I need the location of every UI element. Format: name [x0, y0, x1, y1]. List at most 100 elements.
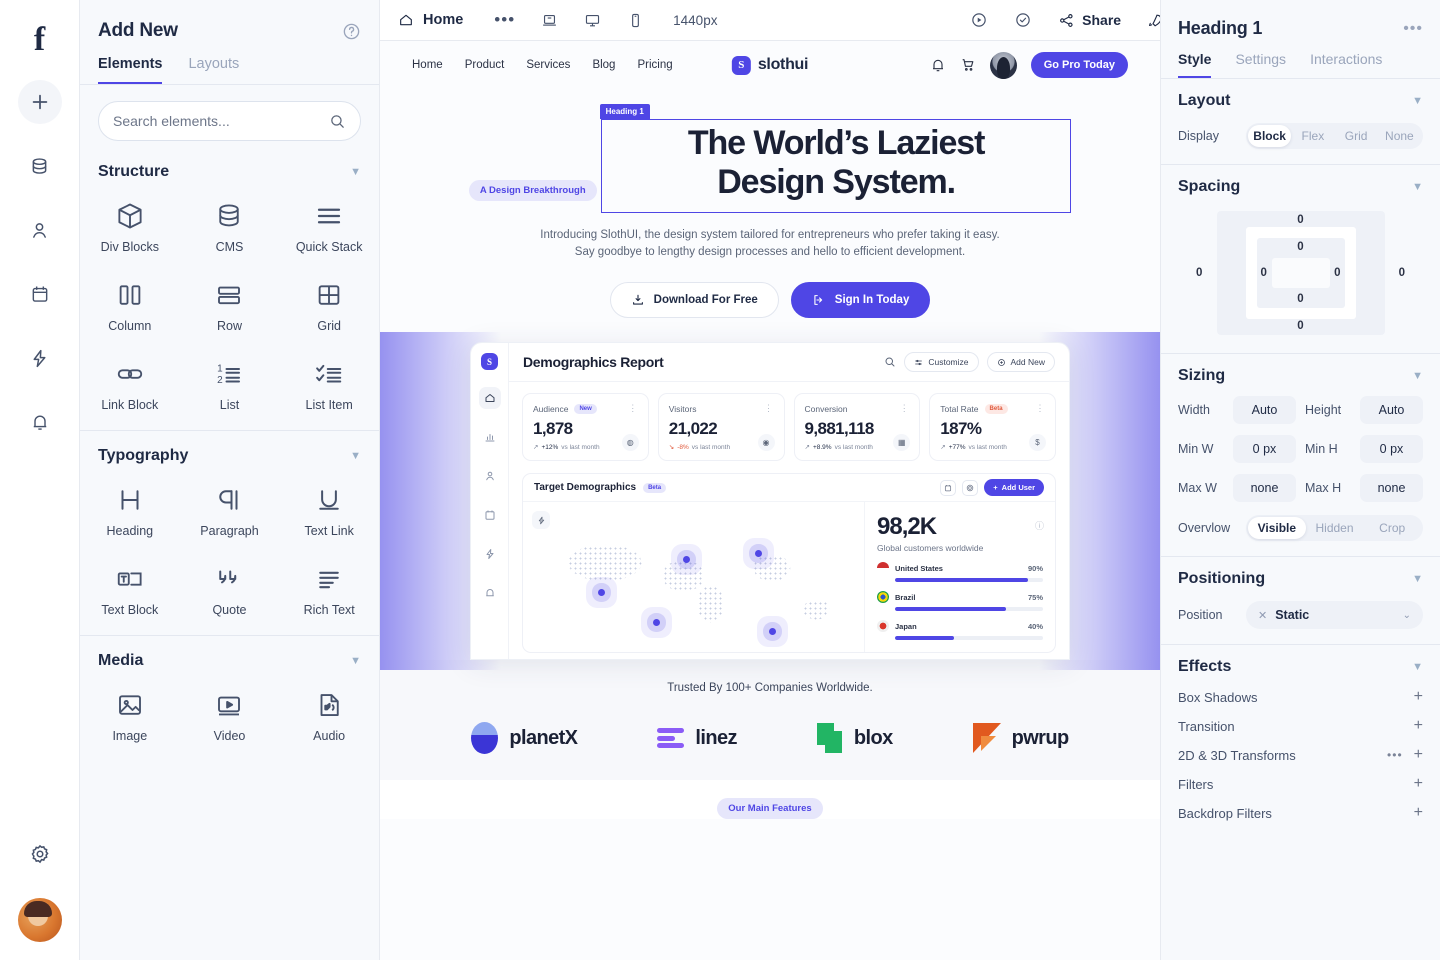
dashboard-rail-users[interactable]	[479, 465, 501, 487]
go-pro-button[interactable]: Go Pro Today	[1030, 52, 1128, 78]
tab-settings[interactable]: Settings	[1235, 51, 1286, 78]
plus-icon[interactable]: +	[1414, 689, 1423, 705]
bell-icon[interactable]	[930, 57, 946, 73]
chevron-down-icon[interactable]: ▼	[350, 166, 361, 178]
overflow-option-crop[interactable]: Crop	[1363, 517, 1421, 539]
info-icon[interactable]: ⓘ	[1035, 519, 1044, 532]
device-desktop-button[interactable]	[571, 0, 614, 41]
rail-item-settings[interactable]	[18, 832, 62, 876]
dashboard-rail-analytics[interactable]	[479, 426, 501, 448]
calendar-icon[interactable]	[940, 479, 957, 496]
search-icon[interactable]	[884, 356, 896, 368]
padding-box[interactable]: 0 0 0 0	[1256, 238, 1345, 308]
gear-icon[interactable]	[962, 479, 979, 496]
chevron-down-icon[interactable]: ▼	[1412, 661, 1423, 673]
dashboard-rail-notifications[interactable]	[479, 582, 501, 604]
add-user-button[interactable]: + Add User	[984, 479, 1044, 497]
chevron-down-icon[interactable]: ▼	[1412, 370, 1423, 382]
element-list-item[interactable]: List Item	[279, 345, 379, 424]
section-header-media[interactable]: Media ▼	[80, 636, 379, 676]
rail-item-add[interactable]	[17, 80, 62, 124]
margin-right-value[interactable]: 0	[1399, 267, 1405, 279]
element-video[interactable]: Video	[180, 676, 280, 755]
kpi-menu-icon[interactable]: ⋮	[900, 403, 910, 414]
element-column[interactable]: Column	[80, 266, 180, 345]
section-header-typography[interactable]: Typography ▼	[80, 431, 379, 471]
chevron-down-icon[interactable]: ▼	[1412, 181, 1423, 193]
nav-link-services[interactable]: Services	[526, 59, 570, 71]
chevron-down-icon[interactable]: ▼	[1412, 573, 1423, 585]
element-row[interactable]: Row	[180, 266, 280, 345]
rail-item-notifications[interactable]	[18, 400, 62, 444]
padding-right-value[interactable]: 0	[1334, 267, 1340, 279]
section-header[interactable]: Layout ▼	[1178, 92, 1423, 110]
plus-icon[interactable]: +	[1414, 805, 1423, 821]
search-icon[interactable]	[329, 113, 346, 130]
element-link-block[interactable]: Link Block	[80, 345, 180, 424]
selection-outline[interactable]: The World’s Laziest Design System.	[601, 119, 1072, 213]
chevron-down-icon[interactable]: ▼	[350, 655, 361, 667]
site-brand[interactable]: S slothui	[731, 55, 808, 75]
element-cms[interactable]: CMS	[180, 187, 280, 266]
more-options-button[interactable]: •••	[481, 0, 528, 41]
maxh-input[interactable]: none	[1360, 474, 1423, 502]
nav-link-home[interactable]: Home	[412, 59, 443, 71]
minh-input[interactable]: 0 px	[1360, 435, 1423, 463]
plus-icon[interactable]: +	[1414, 776, 1423, 792]
map-pin[interactable]	[754, 550, 762, 558]
margin-bottom-value[interactable]: 0	[1297, 320, 1303, 332]
nav-link-product[interactable]: Product	[465, 59, 505, 71]
tab-elements[interactable]: Elements	[98, 56, 163, 84]
maxw-input[interactable]: none	[1233, 474, 1296, 502]
rail-item-automations[interactable]	[18, 336, 62, 380]
rail-item-cms[interactable]	[18, 144, 62, 188]
padding-left-value[interactable]: 0	[1261, 267, 1267, 279]
overflow-option-visible[interactable]: Visible	[1248, 517, 1306, 539]
rail-item-calendar[interactable]	[18, 272, 62, 316]
margin-left-value[interactable]: 0	[1196, 267, 1202, 279]
section-header[interactable]: Effects ▼	[1178, 658, 1423, 676]
rail-item-users[interactable]	[18, 208, 62, 252]
kpi-menu-icon[interactable]: ⋮	[1036, 403, 1046, 414]
viewport-width-value[interactable]: 1440px	[657, 13, 957, 28]
element-heading[interactable]: Heading	[80, 471, 180, 550]
close-icon[interactable]: ✕	[1258, 609, 1267, 622]
chevron-down-icon[interactable]: ▼	[1412, 95, 1423, 107]
element-grid[interactable]: Grid	[279, 266, 379, 345]
device-mobile-button[interactable]	[614, 0, 657, 41]
nav-link-pricing[interactable]: Pricing	[637, 59, 672, 71]
ellipsis-icon[interactable]: •••	[1387, 748, 1403, 762]
search-box[interactable]	[98, 101, 361, 141]
dashboard-rail-calendar[interactable]	[479, 504, 501, 526]
share-button[interactable]: Share	[1045, 0, 1134, 41]
element-rich-text[interactable]: Rich Text	[279, 550, 379, 629]
map-pin[interactable]	[652, 619, 660, 627]
breadcrumb-home[interactable]: Home	[380, 12, 481, 28]
display-option-grid[interactable]: Grid	[1335, 125, 1378, 147]
element-image[interactable]: Image	[80, 676, 180, 755]
element-quick-stack[interactable]: Quick Stack	[279, 187, 379, 266]
preview-button[interactable]	[957, 0, 1001, 41]
element-quote[interactable]: Quote	[180, 550, 280, 629]
nav-link-blog[interactable]: Blog	[592, 59, 615, 71]
customize-button[interactable]: Customize	[904, 352, 979, 373]
tab-layouts[interactable]: Layouts	[188, 56, 239, 84]
element-div-blocks[interactable]: Div Blocks	[80, 187, 180, 266]
overflow-option-hidden[interactable]: Hidden	[1306, 517, 1364, 539]
display-option-block[interactable]: Block	[1248, 125, 1292, 147]
sign-in-today-button[interactable]: Sign In Today	[790, 282, 931, 319]
device-laptop-button[interactable]	[528, 0, 571, 41]
section-header[interactable]: Spacing ▼	[1178, 178, 1423, 196]
display-option-none[interactable]: None	[1378, 125, 1421, 147]
download-for-free-button[interactable]: Download For Free	[609, 282, 779, 319]
plus-icon[interactable]: +	[1414, 747, 1423, 763]
selected-heading-wrap[interactable]: Heading 1 The World’s Laziest Design Sys…	[599, 104, 1072, 213]
element-paragraph[interactable]: Paragraph	[180, 471, 280, 550]
element-text-link[interactable]: Text Link	[279, 471, 379, 550]
map-pin[interactable]	[768, 628, 776, 636]
site-preview[interactable]: Home Product Services Blog Pricing S slo…	[380, 41, 1160, 960]
chevron-down-icon[interactable]: ▼	[350, 450, 361, 462]
ellipsis-icon[interactable]: •••	[1403, 20, 1423, 38]
section-header[interactable]: Sizing ▼	[1178, 367, 1423, 385]
dashboard-rail-home[interactable]	[478, 387, 501, 410]
